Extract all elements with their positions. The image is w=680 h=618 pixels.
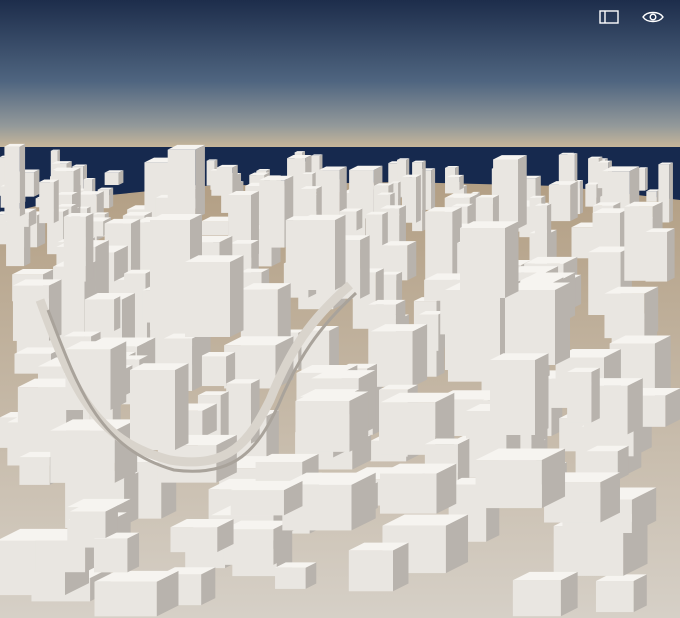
sky <box>0 0 680 148</box>
building <box>130 363 189 450</box>
building <box>595 574 647 613</box>
eye-icon <box>642 10 664 24</box>
building <box>505 282 570 365</box>
building <box>63 212 94 282</box>
building <box>379 463 457 514</box>
building <box>167 144 205 219</box>
building <box>604 286 659 339</box>
building <box>460 221 519 298</box>
building <box>50 419 138 483</box>
panel-toggle-button[interactable] <box>597 6 621 28</box>
building <box>300 214 346 290</box>
visibility-toggle-button[interactable] <box>641 6 665 28</box>
building <box>96 296 121 331</box>
city-3d-viewport[interactable] <box>0 0 680 618</box>
building <box>185 255 244 337</box>
building <box>548 181 578 222</box>
building <box>275 562 317 589</box>
building <box>39 179 59 224</box>
building <box>646 189 661 202</box>
building <box>348 542 409 592</box>
building <box>216 164 238 196</box>
building <box>645 228 675 282</box>
city-scene[interactable] <box>0 0 680 618</box>
building <box>567 367 600 423</box>
panel-toggle-icon <box>599 10 619 24</box>
building <box>93 532 140 573</box>
building <box>446 174 464 191</box>
building <box>230 480 303 516</box>
building <box>475 448 566 509</box>
building <box>94 570 179 617</box>
building <box>4 143 26 217</box>
building <box>223 520 291 565</box>
building <box>104 170 124 186</box>
building <box>567 153 578 186</box>
building <box>69 505 118 539</box>
building <box>295 391 369 452</box>
building <box>370 324 428 387</box>
building <box>200 352 236 387</box>
building <box>512 571 578 617</box>
building <box>170 519 234 553</box>
building <box>490 353 549 435</box>
building <box>637 167 648 191</box>
